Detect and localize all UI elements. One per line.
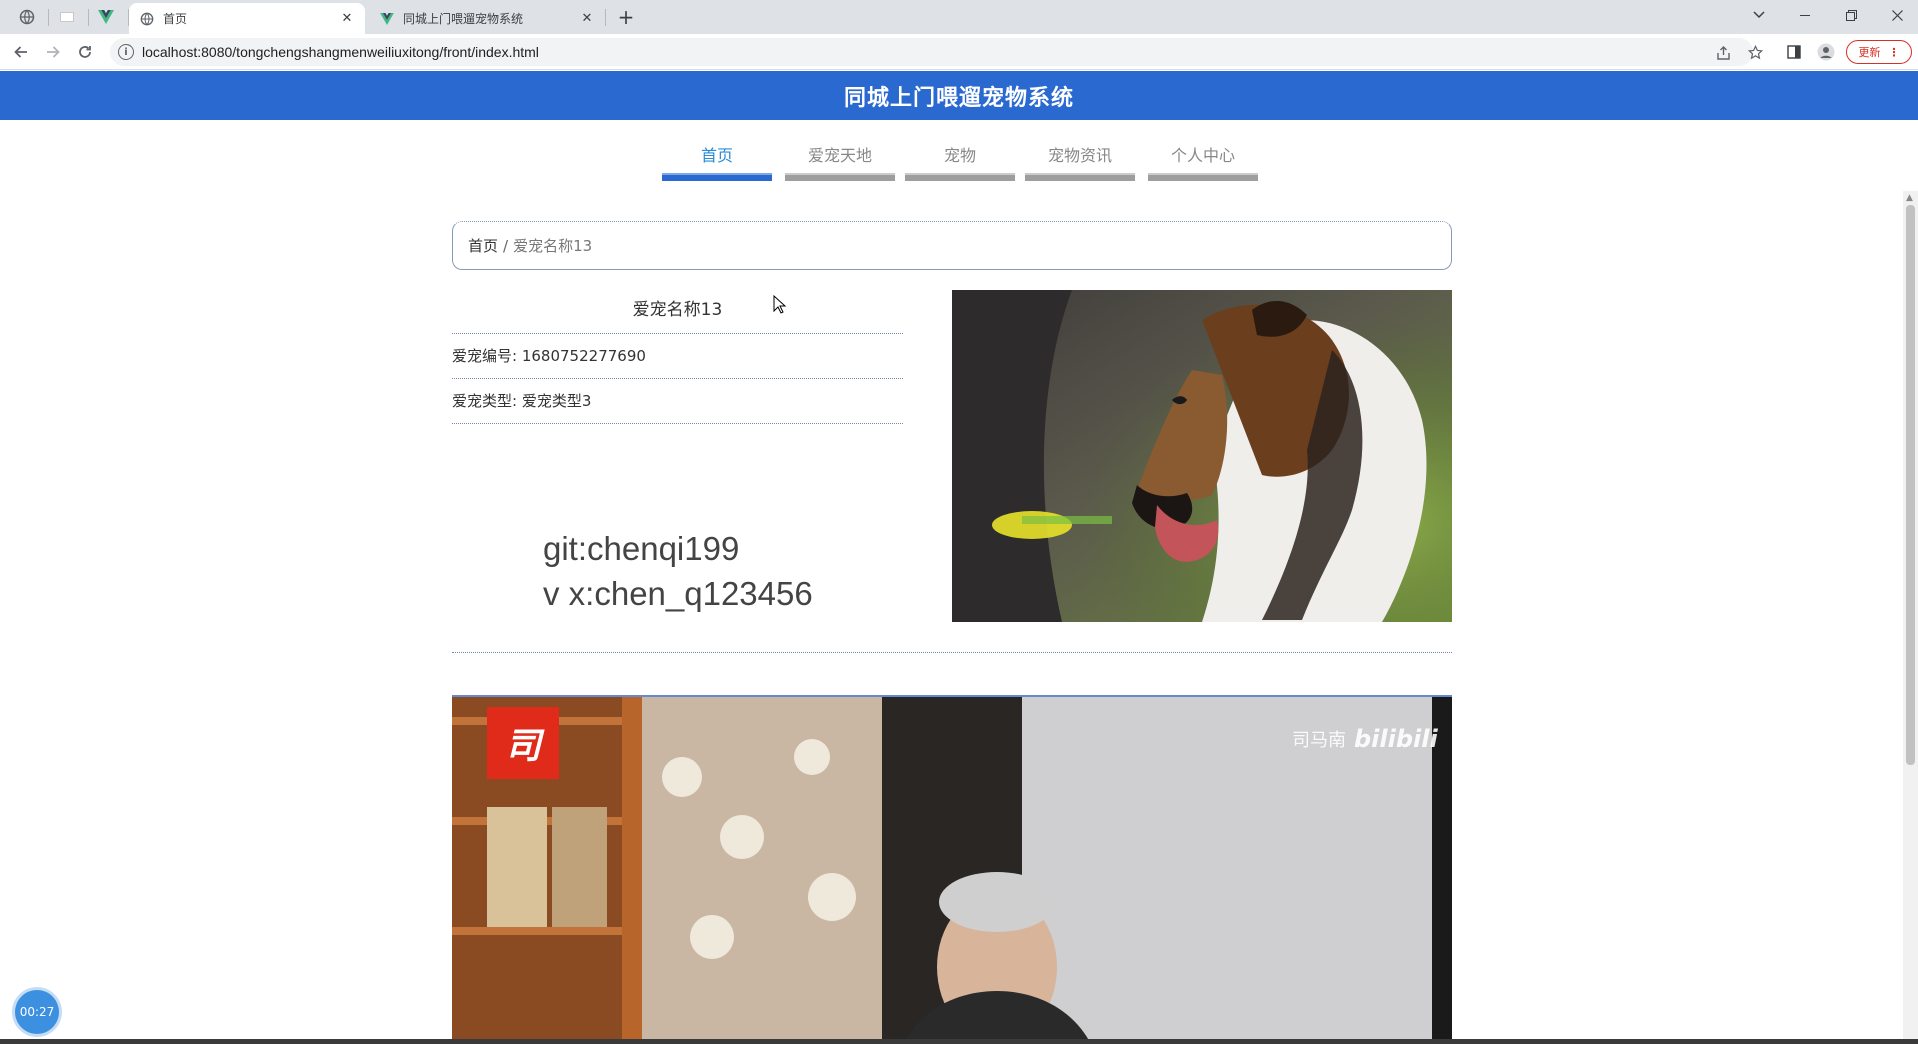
profile-avatar-icon[interactable] — [1816, 40, 1836, 64]
breadcrumb-current: 爱宠名称13 — [513, 237, 593, 255]
back-button[interactable] — [8, 39, 34, 65]
tab-separator — [48, 9, 49, 26]
nav-label: 个人中心 — [1170, 146, 1235, 165]
pet-photo — [952, 290, 1452, 622]
nav-item-profile[interactable]: 个人中心 — [1148, 141, 1258, 181]
nav-item-pet-news[interactable]: 宠物资讯 — [1025, 141, 1135, 181]
mouse-cursor-icon — [773, 295, 787, 314]
side-panel-icon[interactable] — [1784, 40, 1804, 64]
taskbar-strip — [0, 1039, 1918, 1044]
bookmark-star-icon[interactable] — [1745, 40, 1765, 64]
tab-search-button[interactable] — [1736, 0, 1782, 30]
pet-info-panel: 爱宠名称13 爱宠编号: 1680752277690 爱宠类型: 爱宠类型3 — [452, 287, 903, 424]
pet-id-value: 1680752277690 — [521, 347, 646, 365]
breadcrumb-separator: / — [503, 236, 509, 255]
channel-name: 司马南 — [1292, 730, 1346, 751]
update-button[interactable]: 更新 ⋮ — [1846, 40, 1912, 64]
site-header: 同城上门喂遛宠物系统 — [0, 71, 1918, 120]
section-divider — [452, 652, 1452, 653]
pet-id-row: 爱宠编号: 1680752277690 — [452, 334, 903, 379]
nav-underline — [1148, 173, 1258, 181]
arrow-left-icon — [14, 46, 27, 58]
nav-item-pet-world[interactable]: 爱宠天地 — [785, 141, 895, 181]
tab-separator — [605, 9, 606, 26]
nav-underline — [785, 173, 895, 181]
tab-label: 首页 — [163, 12, 188, 26]
nav-underline — [662, 173, 772, 181]
arrow-right-icon — [47, 46, 60, 58]
chevron-down-icon — [1753, 11, 1765, 19]
restore-icon — [1845, 9, 1857, 21]
browser-toolbar: i localhost:8080/tongchengshangmenweiliu… — [0, 34, 1918, 70]
main-nav: 首页 爱宠天地 宠物 宠物资讯 个人中心 — [0, 141, 1918, 181]
restore-button[interactable] — [1828, 0, 1874, 30]
nav-label: 宠物 — [943, 146, 976, 165]
minimize-button[interactable] — [1782, 0, 1828, 30]
address-bar[interactable]: i localhost:8080/tongchengshangmenweiliu… — [110, 38, 1753, 66]
nav-underline — [905, 173, 1015, 181]
update-label: 更新 — [1858, 46, 1881, 59]
url-text: localhost:8080/tongchengshangmenweiliuxi… — [142, 44, 539, 60]
bilibili-logo: bilibili — [1354, 725, 1438, 753]
site-title: 同城上门喂遛宠物系统 — [843, 85, 1074, 111]
vertical-scrollbar[interactable]: ▲ — [1903, 191, 1918, 1041]
blank-page-icon — [60, 12, 74, 22]
nav-label: 首页 — [700, 146, 733, 165]
recording-timer: 00:27 — [15, 990, 59, 1034]
browser-window: 首页 ✕ 同城上门喂遛宠物系统 ✕ + i localhost:8080/ton… — [0, 0, 1918, 1044]
forward-button[interactable] — [40, 39, 66, 65]
site-info-icon[interactable]: i — [118, 44, 134, 60]
pet-name: 爱宠名称13 — [452, 287, 903, 334]
share-icon[interactable] — [1714, 44, 1732, 62]
watermark-line-1: git:chenqi199 — [543, 530, 740, 567]
pet-id-label: 爱宠编号: — [452, 347, 518, 365]
new-tab-button[interactable]: + — [614, 5, 638, 29]
nav-label: 爱宠天地 — [807, 146, 872, 165]
overlay-watermark: git:chenqi199 v x:chen_q123456 — [543, 526, 813, 616]
pet-type-row: 爱宠类型: 爱宠类型3 — [452, 379, 903, 424]
pinned-tab-globe[interactable] — [10, 3, 44, 31]
vue-logo-icon — [379, 11, 395, 27]
tab-strip: 首页 ✕ 同城上门喂遛宠物系统 ✕ + — [0, 0, 1918, 34]
tab-pet-system[interactable]: 同城上门喂遛宠物系统 ✕ — [369, 3, 605, 34]
nav-underline — [1025, 173, 1135, 181]
reload-button[interactable] — [72, 39, 98, 65]
video-player[interactable]: 司 司马南 bilibili — [452, 695, 1452, 1044]
scroll-up-arrow-icon[interactable]: ▲ — [1906, 193, 1913, 203]
close-window-button[interactable] — [1874, 0, 1918, 30]
breadcrumb: 首页 / 爱宠名称13 — [452, 221, 1452, 270]
pinned-tab-vue[interactable] — [89, 3, 123, 31]
close-tab-icon[interactable]: ✕ — [579, 11, 595, 27]
video-channel-watermark: 司马南 bilibili — [1292, 725, 1438, 753]
pet-type-value: 爱宠类型3 — [521, 392, 592, 410]
close-tab-icon[interactable]: ✕ — [339, 11, 355, 27]
watermark-line-2: v x:chen_q123456 — [543, 575, 813, 612]
globe-icon — [139, 11, 155, 27]
minimize-icon — [1800, 14, 1810, 16]
globe-icon — [19, 9, 35, 25]
pet-type-label: 爱宠类型: — [452, 392, 518, 410]
reload-icon — [79, 46, 91, 58]
close-icon — [1891, 9, 1903, 21]
video-logo-badge: 司 — [504, 726, 541, 767]
tab-home[interactable]: 首页 ✕ — [129, 3, 365, 34]
web-page: 同城上门喂遛宠物系统 首页 爱宠天地 宠物 宠物资讯 个人中心 首页 / 爱宠名… — [0, 71, 1918, 1044]
nav-item-pets[interactable]: 宠物 — [905, 141, 1015, 181]
scroll-thumb[interactable] — [1906, 205, 1915, 765]
pinned-tab-blank[interactable] — [50, 3, 84, 31]
breadcrumb-home-link[interactable]: 首页 — [468, 235, 498, 256]
nav-item-home[interactable]: 首页 — [662, 141, 772, 181]
tab-label: 同城上门喂遛宠物系统 — [403, 12, 524, 26]
more-menu-icon[interactable]: ⋮ — [1889, 46, 1900, 59]
nav-label: 宠物资讯 — [1047, 146, 1112, 165]
dog-photo-image — [952, 290, 1452, 622]
vue-logo-icon — [98, 10, 114, 24]
